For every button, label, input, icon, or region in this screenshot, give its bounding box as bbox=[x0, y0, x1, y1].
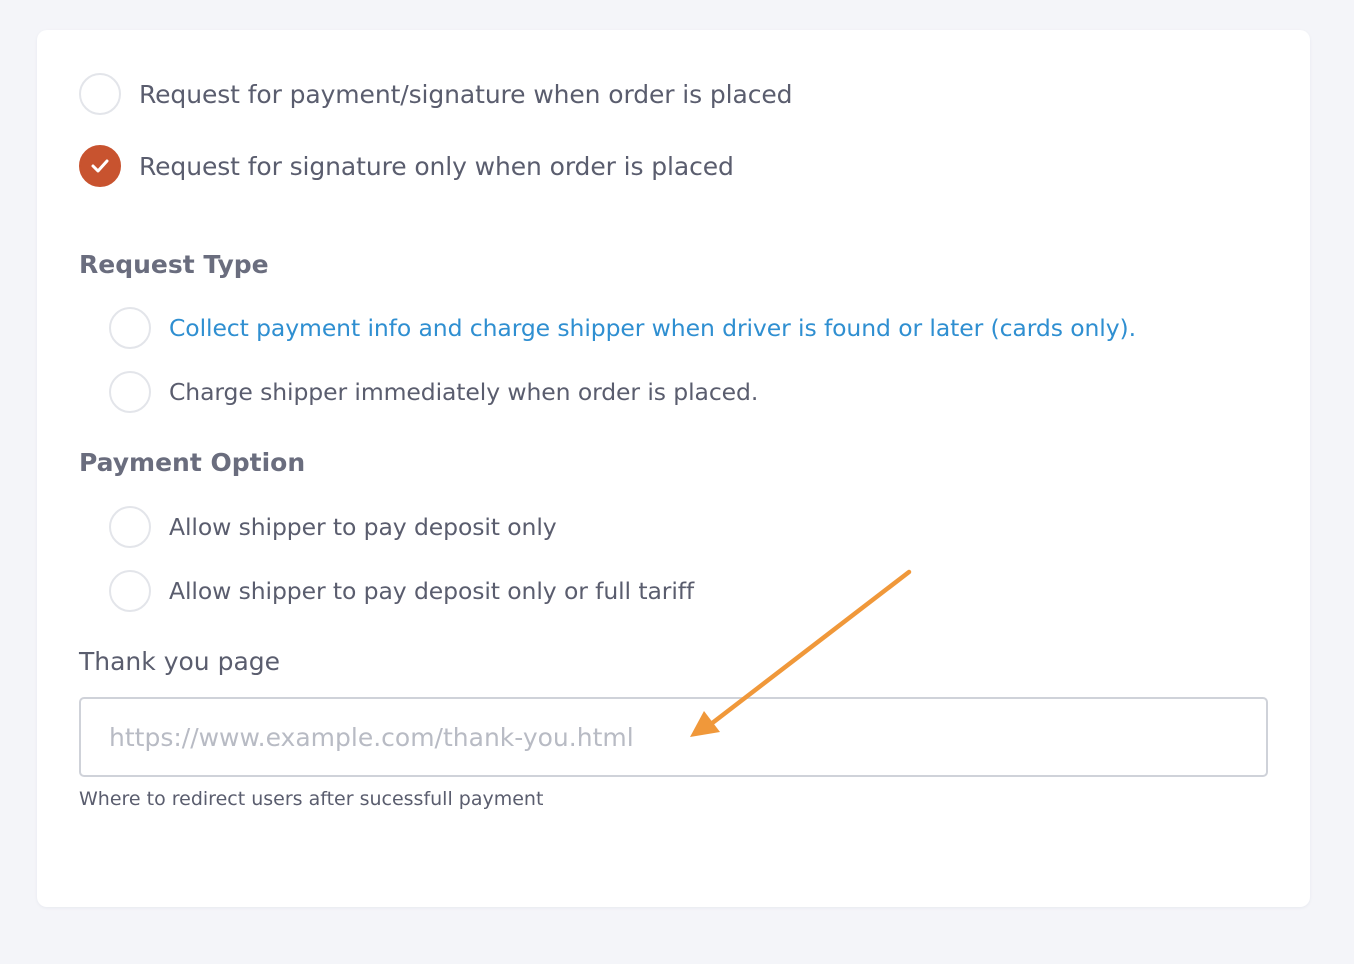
signature-option-payment-signature[interactable]: Request for payment/signature when order… bbox=[79, 71, 793, 117]
thank-you-help-text: Where to redirect users after sucessfull… bbox=[79, 788, 544, 810]
signature-option-signature-only[interactable]: Request for signature only when order is… bbox=[79, 143, 734, 189]
radio-collect-payment[interactable] bbox=[109, 307, 151, 349]
check-icon bbox=[90, 158, 110, 174]
radio-signature-only[interactable] bbox=[79, 145, 121, 187]
radio-deposit-or-full[interactable] bbox=[109, 570, 151, 612]
radio-deposit-only[interactable] bbox=[109, 506, 151, 548]
radio-payment-signature[interactable] bbox=[79, 73, 121, 115]
payment-option-deposit[interactable]: Allow shipper to pay deposit only bbox=[109, 504, 557, 550]
settings-card: Request for payment/signature when order… bbox=[37, 30, 1310, 907]
thank-you-url-input[interactable] bbox=[79, 697, 1268, 777]
payment-option-heading: Payment Option bbox=[79, 448, 306, 477]
radio-charge-immediately[interactable] bbox=[109, 371, 151, 413]
request-type-option-immediate[interactable]: Charge shipper immediately when order is… bbox=[109, 369, 758, 415]
request-type-option-collect[interactable]: Collect payment info and charge shipper … bbox=[109, 305, 1136, 351]
radio-label-link[interactable]: Collect payment info and charge shipper … bbox=[169, 314, 1136, 342]
radio-label: Request for payment/signature when order… bbox=[139, 79, 793, 109]
thank-you-page-label: Thank you page bbox=[79, 647, 281, 676]
radio-label: Request for signature only when order is… bbox=[139, 151, 734, 181]
radio-label: Allow shipper to pay deposit only bbox=[169, 513, 557, 541]
radio-label: Charge shipper immediately when order is… bbox=[169, 378, 759, 406]
request-type-heading: Request Type bbox=[79, 250, 269, 279]
radio-label: Allow shipper to pay deposit only or ful… bbox=[169, 577, 695, 605]
payment-option-full-tariff[interactable]: Allow shipper to pay deposit only or ful… bbox=[109, 568, 694, 614]
